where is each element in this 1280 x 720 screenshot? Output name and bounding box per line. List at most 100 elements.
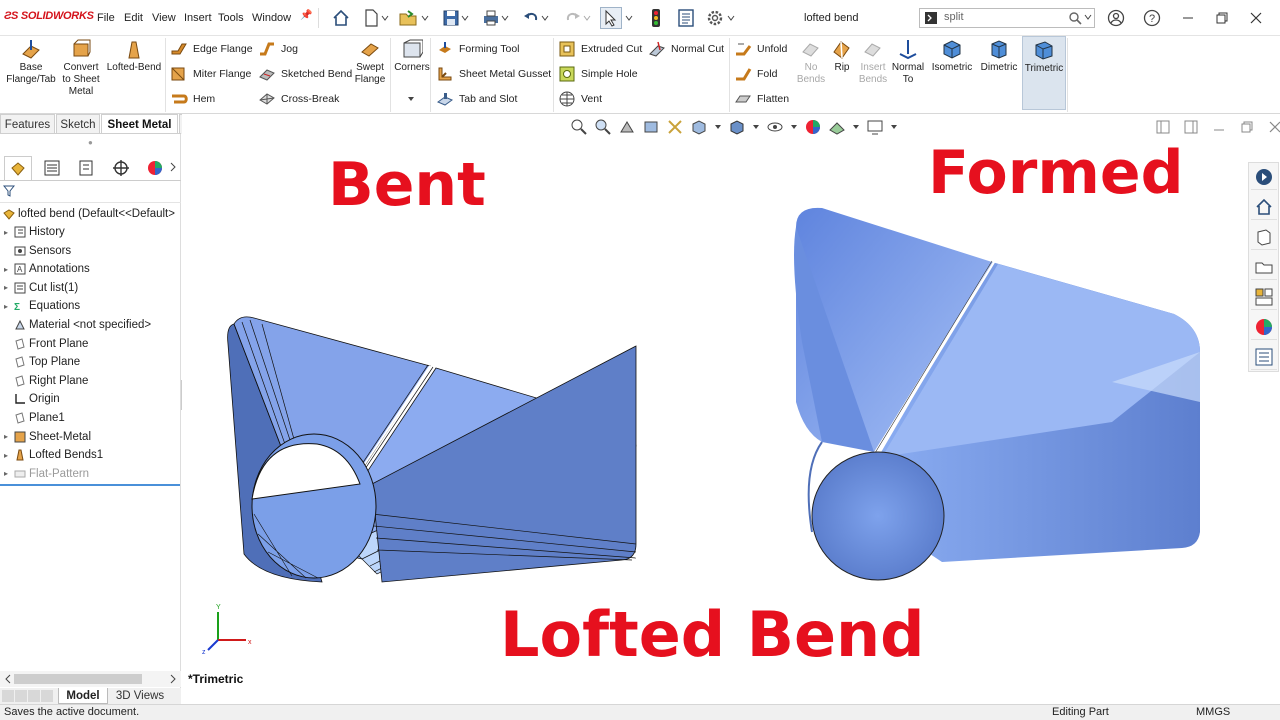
dimxpert-tab-icon[interactable] [107,156,135,180]
file-explorer-icon[interactable] [1251,224,1277,250]
split-left-icon[interactable] [1156,120,1170,134]
chevron-down-icon[interactable] [790,123,798,131]
home-icon[interactable] [330,7,352,29]
expand-arrow-icon[interactable]: ▸ [4,432,12,441]
property-manager-tab-icon[interactable] [38,156,66,180]
tree-item-front-plane[interactable]: Front Plane [0,335,88,353]
chevron-down-icon[interactable] [726,7,736,29]
undo-icon[interactable] [520,7,542,29]
view-palette-icon[interactable] [1251,284,1277,310]
miter-flange-button[interactable]: Miter Flange [170,64,251,84]
tree-item-right-plane[interactable]: Right Plane [0,372,88,390]
sheet-metal-gusset-button[interactable]: Sheet Metal Gusset [436,64,551,84]
dynamic-annotation-icon[interactable] [666,118,684,136]
viewport-minimize-icon[interactable] [1212,120,1226,134]
jog-button[interactable]: Jog [258,39,298,59]
design-library-icon[interactable] [1251,194,1277,220]
chevron-down-icon[interactable] [714,123,722,131]
simple-hole-button[interactable]: Simple Hole [558,64,638,84]
zoom-to-fit-icon[interactable] [570,118,588,136]
file-properties-icon[interactable] [675,7,697,29]
panel-grip-icon[interactable]: ● [88,138,93,147]
menu-insert[interactable]: Insert [184,12,212,24]
tree-item-origin[interactable]: Origin [0,390,60,408]
new-document-icon[interactable] [360,7,382,29]
help-icon[interactable]: ? [1142,8,1162,28]
custom-properties-icon[interactable] [1251,344,1277,370]
menu-window[interactable]: Window [252,12,291,24]
configuration-manager-tab-icon[interactable] [72,156,100,180]
tab-sheet-metal[interactable]: Sheet Metal [101,114,178,134]
bent-part-model[interactable] [222,214,642,584]
search-icon[interactable] [1068,11,1082,28]
units-selector[interactable]: MMGS [1196,706,1230,718]
menu-file[interactable]: File [97,12,115,24]
expand-arrow-icon[interactable]: ▸ [4,302,12,311]
tree-root-part[interactable]: lofted bend (Default<<Default> [0,205,175,223]
sketched-bend-button[interactable]: Sketched Bend [258,64,352,84]
last-tab-arrow-icon[interactable] [41,690,53,702]
formed-part-model[interactable] [782,202,1212,587]
swept-flange-button[interactable]: Swept Flange [352,38,388,86]
open-folder-icon[interactable] [398,7,420,29]
hem-button[interactable]: Hem [170,89,215,109]
next-tab-arrow-icon[interactable] [28,690,40,702]
restore-icon[interactable] [1212,8,1232,28]
chevron-down-icon[interactable] [407,94,415,106]
isometric-button[interactable]: Isometric [930,38,974,74]
vent-button[interactable]: Vent [558,89,602,109]
tab-scroll-arrows[interactable] [2,690,53,702]
solidworks-resources-icon[interactable] [1251,164,1277,190]
display-style-icon[interactable] [728,118,746,136]
viewport-restore-icon[interactable] [1240,120,1254,134]
chevron-down-icon[interactable] [890,123,898,131]
save-icon[interactable] [440,7,462,29]
minimize-icon[interactable] [1178,8,1198,28]
tree-item-flat-pattern[interactable]: ▸ Flat-Pattern [0,465,89,483]
scrollbar-thumb[interactable] [14,674,142,684]
tree-item-lofted-bends1[interactable]: ▸ Lofted Bends1 [0,446,103,464]
previous-view-icon[interactable] [618,118,636,136]
rip-button[interactable]: Rip [830,38,854,74]
appearances-icon[interactable] [1251,314,1277,340]
insert-bends-button[interactable]: Insert Bends [856,38,890,86]
view-settings-icon[interactable] [866,118,884,136]
chevron-down-icon[interactable] [380,7,390,29]
section-view-icon[interactable] [642,118,660,136]
tree-item-annotations[interactable]: ▸ A Annotations [0,260,90,278]
forming-tool-button[interactable]: Forming Tool [436,39,520,59]
split-right-icon[interactable] [1184,120,1198,134]
dimetric-button[interactable]: Dimetric [978,38,1020,74]
horizontal-scrollbar[interactable] [0,671,181,687]
chevron-down-icon[interactable] [582,7,592,29]
menu-tools[interactable]: Tools [218,12,244,24]
expand-arrow-icon[interactable]: ▸ [4,283,12,292]
tree-item-cut-list-1[interactable]: ▸ Cut list(1) [0,279,78,297]
prev-tab-arrow-icon[interactable] [15,690,27,702]
hide-show-items-icon[interactable] [766,118,784,136]
chevron-down-icon[interactable] [420,7,430,29]
display-manager-tab-icon[interactable] [141,156,169,180]
corners-button[interactable]: Corners [394,38,430,74]
filter-icon[interactable] [2,185,16,200]
trimetric-button[interactable]: Trimetric [1022,36,1066,110]
unfold-button[interactable]: Unfold [734,39,787,59]
tree-item-equations[interactable]: ▸ Σ Equations [0,297,80,315]
menu-edit[interactable]: Edit [124,12,143,24]
chevron-down-icon[interactable] [624,7,634,29]
tree-item-sheet-metal[interactable]: ▸ Sheet-Metal [0,428,91,446]
flatten-button[interactable]: Flatten [734,89,789,109]
base-flange-tab-button[interactable]: Base Flange/Tab [4,38,58,86]
expand-arrow-icon[interactable]: ▸ [4,469,12,478]
graphics-area[interactable]: Bent Formed Lofted Bend Y x z *Trimetric [182,114,1280,688]
rollback-bar[interactable] [0,484,180,486]
expand-arrow-icon[interactable]: ▸ [4,228,12,237]
menu-view[interactable]: View [152,12,176,24]
extruded-cut-button[interactable]: Extruded Cut [558,39,642,59]
tree-item-material-not-specified[interactable]: Material <not specified> [0,316,151,334]
chevron-down-icon[interactable] [752,123,760,131]
tab-and-slot-button[interactable]: Tab and Slot [436,89,517,109]
solidworks-logo[interactable]: ƧS SOLIDWORKS [4,10,94,22]
pin-menu-icon[interactable]: 📌 [300,10,312,21]
close-icon[interactable] [1246,8,1266,28]
